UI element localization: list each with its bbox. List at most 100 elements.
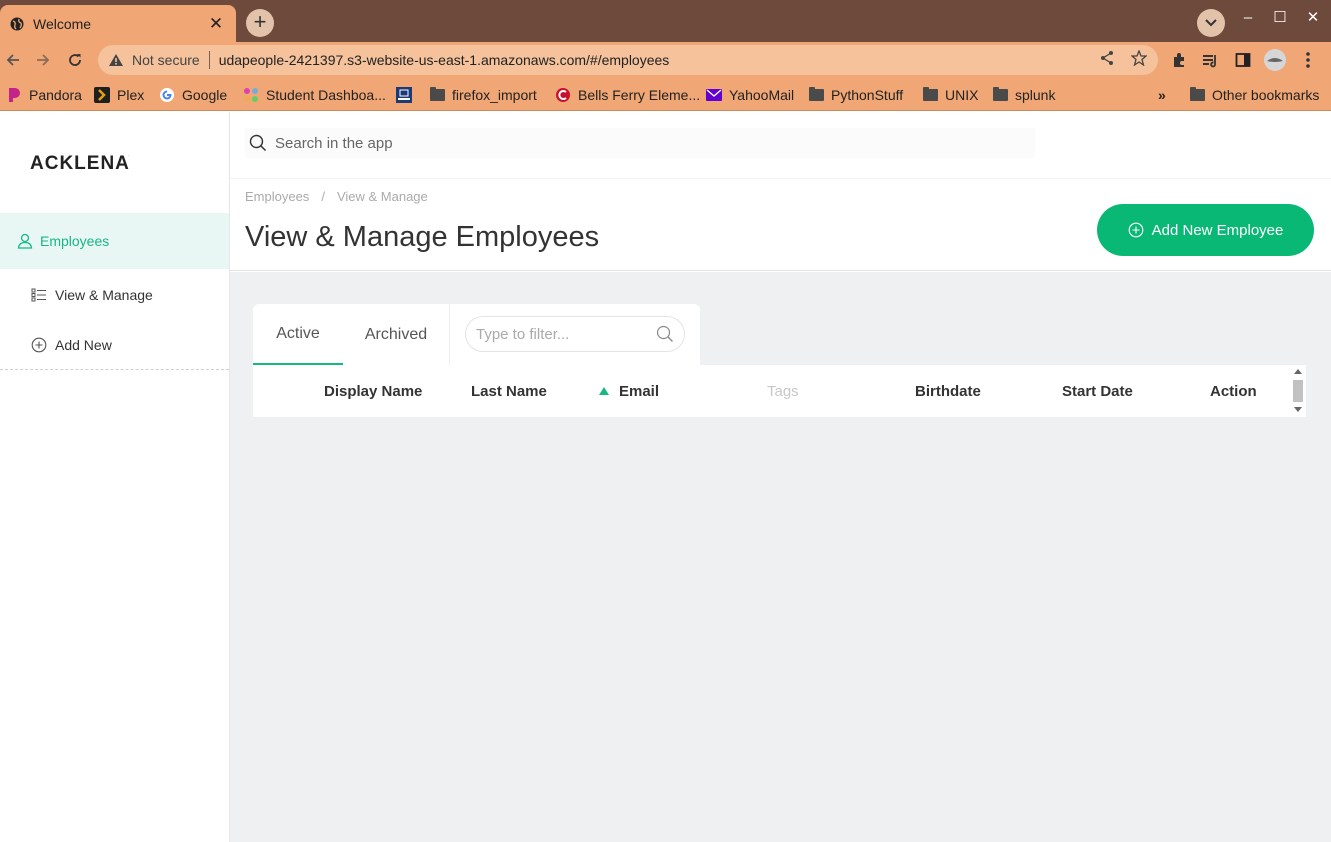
minimize-button[interactable]: – — [1233, 8, 1263, 28]
breadcrumb-separator: / — [321, 189, 325, 204]
back-arrow-icon — [6, 54, 19, 66]
folder-icon — [992, 87, 1008, 103]
bookmark-usa[interactable] — [396, 85, 419, 105]
add-new-employee-button[interactable]: Add New Employee — [1097, 204, 1314, 256]
sidebar-divider — [0, 369, 229, 370]
tabs-divider — [449, 304, 450, 365]
bookmarks-overflow-button[interactable]: » — [1158, 85, 1166, 105]
breadcrumb-view-manage: View & Manage — [336, 189, 428, 204]
pandora-icon — [6, 87, 22, 103]
column-header-email[interactable]: Email — [619, 383, 659, 400]
employees-table: Display Name Last Name Email Tags Birthd… — [253, 365, 1306, 417]
brand-logo[interactable]: ACKLENAVE — [30, 153, 129, 175]
sidebar-item-label: Employees — [40, 233, 110, 249]
app-search-input[interactable] — [275, 134, 875, 152]
media-queue-icon[interactable] — [1201, 50, 1221, 70]
column-header-display-name[interactable]: Display Name — [324, 383, 422, 400]
sort-ascending-icon[interactable] — [599, 387, 609, 395]
plus-circle-icon — [31, 337, 47, 353]
tab-search-button[interactable] — [1197, 9, 1225, 37]
security-label[interactable]: Not secure — [132, 52, 200, 68]
bookmark-splunk[interactable]: splunk — [992, 85, 1055, 105]
back-button[interactable] — [2, 49, 24, 71]
tab-archived[interactable]: Archived — [351, 304, 441, 365]
bookmark-unix[interactable]: UNIX — [922, 85, 978, 105]
browser-tab[interactable]: Welcome ✕ — [0, 5, 236, 42]
main-content: Active Archived Display Name Last Name E… — [230, 272, 1331, 842]
side-panel-icon[interactable] — [1233, 50, 1253, 70]
folder-icon — [1189, 87, 1205, 103]
forward-arrow-icon — [37, 54, 50, 66]
filter-input[interactable] — [476, 325, 656, 343]
employee-tabs: Active Archived — [253, 304, 700, 365]
list-icon — [31, 288, 46, 302]
user-icon — [17, 233, 33, 249]
star-icon[interactable] — [1130, 49, 1148, 67]
bookmark-google[interactable]: Google — [159, 85, 227, 105]
scroll-thumb[interactable] — [1293, 380, 1303, 402]
reload-icon — [69, 54, 81, 66]
sidebar-item-add-new[interactable]: Add New — [31, 335, 112, 355]
column-header-birthdate[interactable]: Birthdate — [915, 383, 981, 400]
bookmarks-bar: Pandora Plex Google Student Dashboa... f… — [0, 78, 1331, 111]
usa-icon — [396, 87, 412, 103]
reload-button[interactable] — [64, 49, 86, 71]
bookmark-pandora[interactable]: Pandora — [6, 85, 82, 105]
filter-box — [465, 316, 685, 352]
plus-circle-icon — [1128, 222, 1143, 238]
sidebar-item-label: View & Manage — [55, 287, 153, 303]
browser-toolbar: Not secure udapeople-2421397.s3-website-… — [0, 42, 1331, 78]
column-header-tags: Tags — [767, 383, 799, 400]
bookmark-bells-ferry[interactable]: Bells Ferry Eleme... — [555, 85, 700, 105]
sidebar: ACKLENAVE Employees View & Manage Add Ne… — [0, 112, 230, 842]
bookmark-student-dashboard[interactable]: Student Dashboa... — [243, 85, 386, 105]
sidebar-item-view-manage[interactable]: View & Manage — [31, 285, 153, 305]
tab-active[interactable]: Active — [253, 304, 343, 365]
menu-icon[interactable] — [1298, 50, 1318, 70]
scroll-down-icon[interactable] — [1294, 407, 1302, 412]
extensions-icon[interactable] — [1169, 50, 1189, 70]
address-separator — [208, 51, 210, 69]
breadcrumb-employees[interactable]: Employees — [245, 189, 309, 204]
browser-tabstrip: Welcome ✕ + – ☐ ✕ — [0, 0, 1331, 42]
plex-icon — [94, 87, 110, 103]
close-window-button[interactable]: ✕ — [1298, 8, 1328, 28]
bookmark-yahoomail[interactable]: YahooMail — [706, 85, 794, 105]
share-icon[interactable] — [1098, 49, 1116, 67]
dashboard-icon — [243, 87, 259, 103]
add-new-employee-label: Add New Employee — [1151, 221, 1284, 239]
table-scrollbar[interactable] — [1291, 367, 1306, 417]
page-title: View & Manage Employees — [245, 221, 600, 253]
page-header: Employees / View & Manage View & Manage … — [230, 178, 1331, 271]
scroll-up-icon[interactable] — [1294, 369, 1302, 374]
column-header-start-date[interactable]: Start Date — [1062, 383, 1133, 400]
chevron-down-icon — [1205, 19, 1217, 27]
google-icon — [159, 87, 175, 103]
other-bookmarks[interactable]: Other bookmarks — [1189, 85, 1319, 105]
profile-avatar[interactable] — [1263, 48, 1287, 72]
search-icon — [249, 134, 267, 152]
folder-icon — [808, 87, 824, 103]
school-icon — [555, 87, 571, 103]
globe-icon — [10, 17, 24, 31]
search-icon[interactable] — [656, 325, 674, 343]
tab-close-icon[interactable]: ✕ — [206, 15, 226, 32]
folder-icon — [922, 87, 938, 103]
bookmark-plex[interactable]: Plex — [94, 85, 144, 105]
sidebar-item-label: Add New — [55, 337, 112, 353]
column-header-last-name[interactable]: Last Name — [471, 383, 547, 400]
bookmark-firefox-import[interactable]: firefox_import — [429, 85, 537, 105]
bookmark-pythonstuff[interactable]: PythonStuff — [808, 85, 903, 105]
mail-icon — [706, 87, 722, 103]
url-text[interactable]: udapeople-2421397.s3-website-us-east-1.a… — [219, 52, 1158, 68]
maximize-button[interactable]: ☐ — [1265, 8, 1295, 28]
warning-icon[interactable] — [108, 52, 124, 68]
new-tab-button[interactable]: + — [246, 9, 274, 37]
column-header-action: Action — [1210, 383, 1257, 400]
app-search — [245, 128, 1035, 158]
breadcrumb: Employees / View & Manage — [245, 189, 428, 204]
address-bar[interactable]: Not secure udapeople-2421397.s3-website-… — [98, 45, 1158, 75]
folder-icon — [429, 87, 445, 103]
forward-button[interactable] — [32, 49, 54, 71]
sidebar-item-employees[interactable]: Employees — [0, 213, 229, 269]
